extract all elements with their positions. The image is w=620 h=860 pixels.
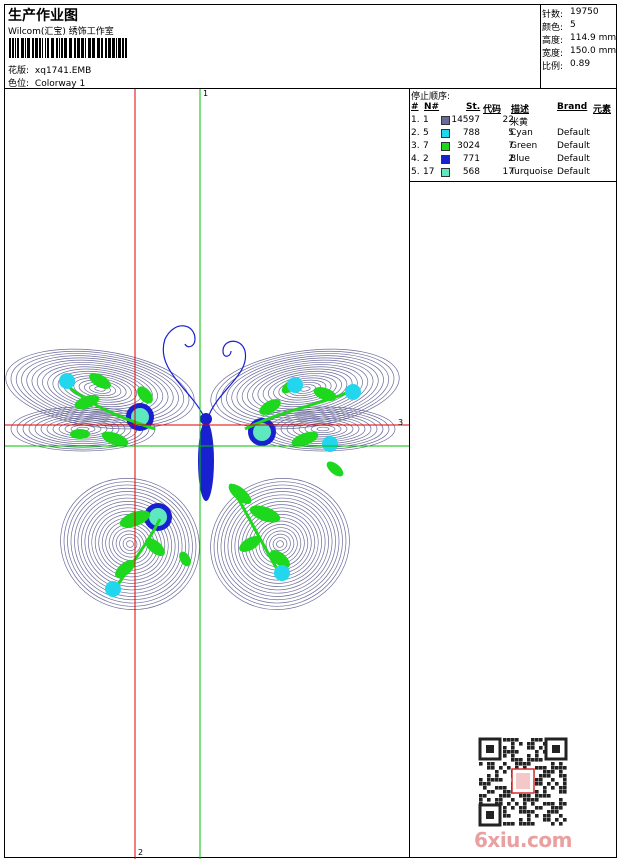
design-canvas	[5, 89, 409, 859]
thread-color-swatch	[441, 116, 450, 125]
butterfly-head	[200, 413, 212, 425]
colorway-label: 色位:	[8, 79, 30, 89]
stat-stitches: 针数: 19750	[542, 7, 599, 20]
page-title: 生产作业图	[8, 8, 78, 24]
axis-label-right: 3	[398, 418, 404, 427]
stats-divider	[540, 4, 541, 88]
row-index: 4.	[411, 154, 420, 164]
row-desc: 米黄	[510, 118, 529, 128]
thread-color-swatch	[441, 168, 450, 177]
row-desc: Green	[510, 141, 538, 151]
thread-color-swatch	[441, 142, 450, 151]
cyan-bud	[287, 377, 303, 393]
col-header-code: 代码	[483, 105, 502, 115]
cyan-bud	[105, 581, 121, 597]
col-header-index: #	[411, 102, 419, 112]
green-leaf	[70, 429, 90, 439]
colorway-row: 色位: Colorway 1	[8, 76, 85, 89]
panel-divider	[409, 88, 410, 858]
left-antenna	[162, 325, 204, 416]
col-header-element: 元素	[593, 105, 612, 115]
stat-value: 114.9 mm	[570, 33, 617, 43]
stat-colors: 颜色: 5	[542, 20, 576, 33]
stop-sequence-row: 4. 2 771 2 Blue Default	[410, 154, 616, 167]
stat-value: 5	[570, 20, 576, 30]
stat-label: 比例:	[542, 62, 564, 72]
row-desc: Blue	[510, 154, 530, 164]
stat-label: 针数:	[542, 10, 564, 20]
colorway-value: Colorway 1	[34, 79, 86, 89]
row-brand: Default	[557, 141, 590, 151]
stop-sequence-row: 5. 17 568 17 Turquoise Default	[410, 167, 616, 180]
stat-value: 0.89	[570, 59, 591, 69]
row-brand: Default	[557, 154, 590, 164]
row-needle: 2	[423, 154, 429, 164]
stat-label: 颜色:	[542, 23, 564, 33]
thread-color-swatch	[441, 155, 450, 164]
row-stitches: 788	[462, 128, 480, 138]
row-stitches: 568	[462, 167, 480, 177]
stat-width: 宽度: 150.0 mm	[542, 46, 616, 59]
row-stitches: 3024	[457, 141, 480, 151]
axis-label-bottom: 2	[138, 848, 144, 857]
row-index: 2.	[411, 128, 420, 138]
stat-scale: 比例: 0.89	[542, 59, 590, 72]
row-needle: 7	[423, 141, 429, 151]
stat-value: 19750	[570, 7, 599, 17]
axis-label-top: 1	[203, 89, 209, 98]
row-index: 3.	[411, 141, 420, 151]
watermark-logo: 6xiu.com	[474, 828, 572, 852]
stat-label: 宽度:	[542, 49, 564, 59]
barcode	[9, 38, 127, 58]
cyan-bud	[322, 436, 338, 452]
design-value: xq1741.EMB	[34, 66, 92, 76]
stat-value: 150.0 mm	[570, 46, 617, 56]
stop-sequence-heading: 停止顺序:	[411, 92, 451, 102]
left-lower-wing	[60, 478, 200, 610]
qr-code	[478, 737, 568, 827]
col-header-needle: N#	[424, 102, 440, 112]
table-bottom-line	[409, 181, 617, 182]
row-needle: 17	[423, 167, 435, 177]
row-index: 5.	[411, 167, 420, 177]
cyan-bud	[274, 565, 290, 581]
row-needle: 5	[423, 128, 429, 138]
right-antenna	[208, 340, 247, 416]
stat-label: 高度:	[542, 36, 564, 46]
green-leaf	[137, 386, 153, 404]
col-header-stitches: St.	[466, 102, 481, 112]
stat-height: 高度: 114.9 mm	[542, 33, 616, 46]
stop-sequence-row: 3. 7 3024 7 Green Default	[410, 141, 616, 154]
row-brand: Default	[557, 167, 590, 177]
stop-sequence-row: 1. 1 14597 22 米黄	[410, 115, 616, 128]
company-name: Wilcom(汇宝) 绣饰工作室	[8, 27, 114, 37]
row-brand: Default	[557, 128, 590, 138]
green-leaf	[326, 461, 344, 477]
design-label: 花版:	[8, 66, 30, 76]
row-desc: Turquoise	[510, 167, 554, 177]
row-needle: 1	[423, 115, 429, 125]
row-index: 1.	[411, 115, 420, 125]
row-desc: Cyan	[510, 128, 533, 138]
design-row: 花版: xq1741.EMB	[8, 63, 91, 76]
thread-color-swatch	[441, 129, 450, 138]
cyan-bud	[345, 384, 361, 400]
col-header-brand: Brand	[557, 102, 588, 112]
col-header-desc: 描述	[511, 105, 530, 115]
stop-sequence-row: 2. 5 788 5 Cyan Default	[410, 128, 616, 141]
row-stitches: 14597	[451, 115, 480, 125]
row-stitches: 771	[462, 154, 480, 164]
cyan-bud	[59, 373, 75, 389]
right-lower-wing	[210, 478, 350, 610]
